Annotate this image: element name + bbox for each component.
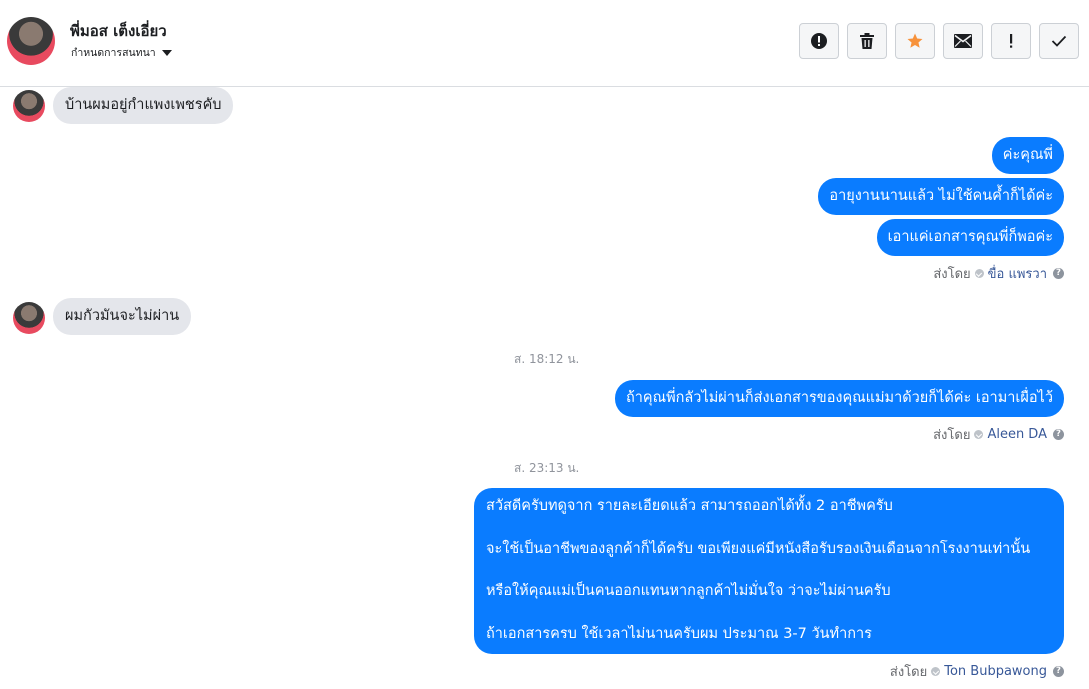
check-circle-icon <box>974 269 984 278</box>
conversation-toolbar <box>799 23 1079 59</box>
sender-name[interactable]: Aleen DA <box>987 427 1047 442</box>
star-icon <box>907 33 923 48</box>
outgoing-message[interactable]: สวัสดีครับทดูจาก รายละเอียดแล้ว สามารถออ… <box>474 488 1064 654</box>
assign-conversation-dropdown[interactable]: กำหนดการสนทนา <box>71 44 172 61</box>
conversation-header: พี่มอส เต็งเอี่ยว กำหนดการสนทนา <box>0 0 1089 87</box>
sent-by-label: ส่งโดย ขื่อ แพรวา ? <box>933 263 1064 284</box>
message-line: หรือให้คุณแม่เป็นคนออกแทนหากลูกค้าไม่มั่… <box>486 583 891 599</box>
help-icon[interactable]: ? <box>1053 666 1064 677</box>
check-circle-icon <box>974 430 984 439</box>
outgoing-message[interactable]: ถ้าคุณพี่กลัวไม่ผ่านก็ส่งเอกสารของคุณแม่… <box>615 380 1064 417</box>
sender-avatar[interactable] <box>13 302 45 334</box>
delete-button[interactable] <box>847 23 887 59</box>
caret-down-icon <box>161 49 172 56</box>
mark-unread-button[interactable] <box>943 23 983 59</box>
contact-name[interactable]: พี่มอส เต็งเอี่ยว <box>70 19 167 43</box>
outgoing-message[interactable]: อายุงานนานแล้ว ไม่ใช้คนค้ำก็ได้ค่ะ <box>818 178 1064 215</box>
trash-icon <box>860 33 874 49</box>
contact-avatar[interactable] <box>7 17 55 65</box>
incoming-message[interactable]: ผมกัวมันจะไม่ผ่าน <box>53 298 192 335</box>
message-line: จะใช้เป็นอาชีพของลูกค้าก็ได้ครับ ขอเพียง… <box>486 540 1031 557</box>
star-button[interactable] <box>895 23 935 59</box>
sender-name[interactable]: Ton Bubpawong <box>944 664 1047 679</box>
sent-by-label: ส่งโดย Aleen DA ? <box>933 424 1064 445</box>
help-icon[interactable]: ? <box>1053 268 1064 279</box>
report-button[interactable] <box>799 23 839 59</box>
envelope-icon <box>954 34 972 48</box>
sent-by-prefix: ส่งโดย <box>889 665 928 680</box>
sent-by-prefix: ส่งโดย <box>933 267 971 282</box>
message-thread[interactable]: บ้านผมอยู่กำแพงเพชรคับ ค่ะคุณพี่ อายุงาน… <box>0 87 1089 689</box>
message-timestamp: ส. 18:12 น. <box>514 352 580 366</box>
exclamation-icon <box>1010 34 1013 48</box>
mark-done-button[interactable] <box>1039 23 1079 59</box>
message-timestamp: ส. 23:13 น. <box>514 461 580 475</box>
sent-by-label: ส่งโดย Ton Bubpawong ? <box>890 661 1064 682</box>
help-icon[interactable]: ? <box>1053 429 1064 440</box>
assign-conversation-label: กำหนดการสนทนา <box>71 47 156 59</box>
outgoing-message[interactable]: ค่ะคุณพี่ <box>991 137 1064 174</box>
sent-by-prefix: ส่งโดย <box>933 428 971 443</box>
mark-important-button[interactable] <box>991 23 1031 59</box>
alert-circle-icon <box>811 33 827 49</box>
message-line: สวัสดีครับทดูจาก รายละเอียดแล้ว สามารถออ… <box>486 498 893 514</box>
message-line: ถ้าเอกสารครบ ใช้เวลาไม่นานครับผม ประมาณ … <box>486 625 872 642</box>
checkmark-icon <box>1051 35 1067 47</box>
outgoing-message[interactable]: เอาแค่เอกสารคุณพี่ก็พอค่ะ <box>876 219 1064 256</box>
incoming-message[interactable]: บ้านผมอยู่กำแพงเพชรคับ <box>53 87 234 124</box>
sender-avatar[interactable] <box>13 90 45 122</box>
check-circle-icon <box>931 667 941 676</box>
sender-name[interactable]: ขื่อ แพรวา <box>988 263 1047 284</box>
